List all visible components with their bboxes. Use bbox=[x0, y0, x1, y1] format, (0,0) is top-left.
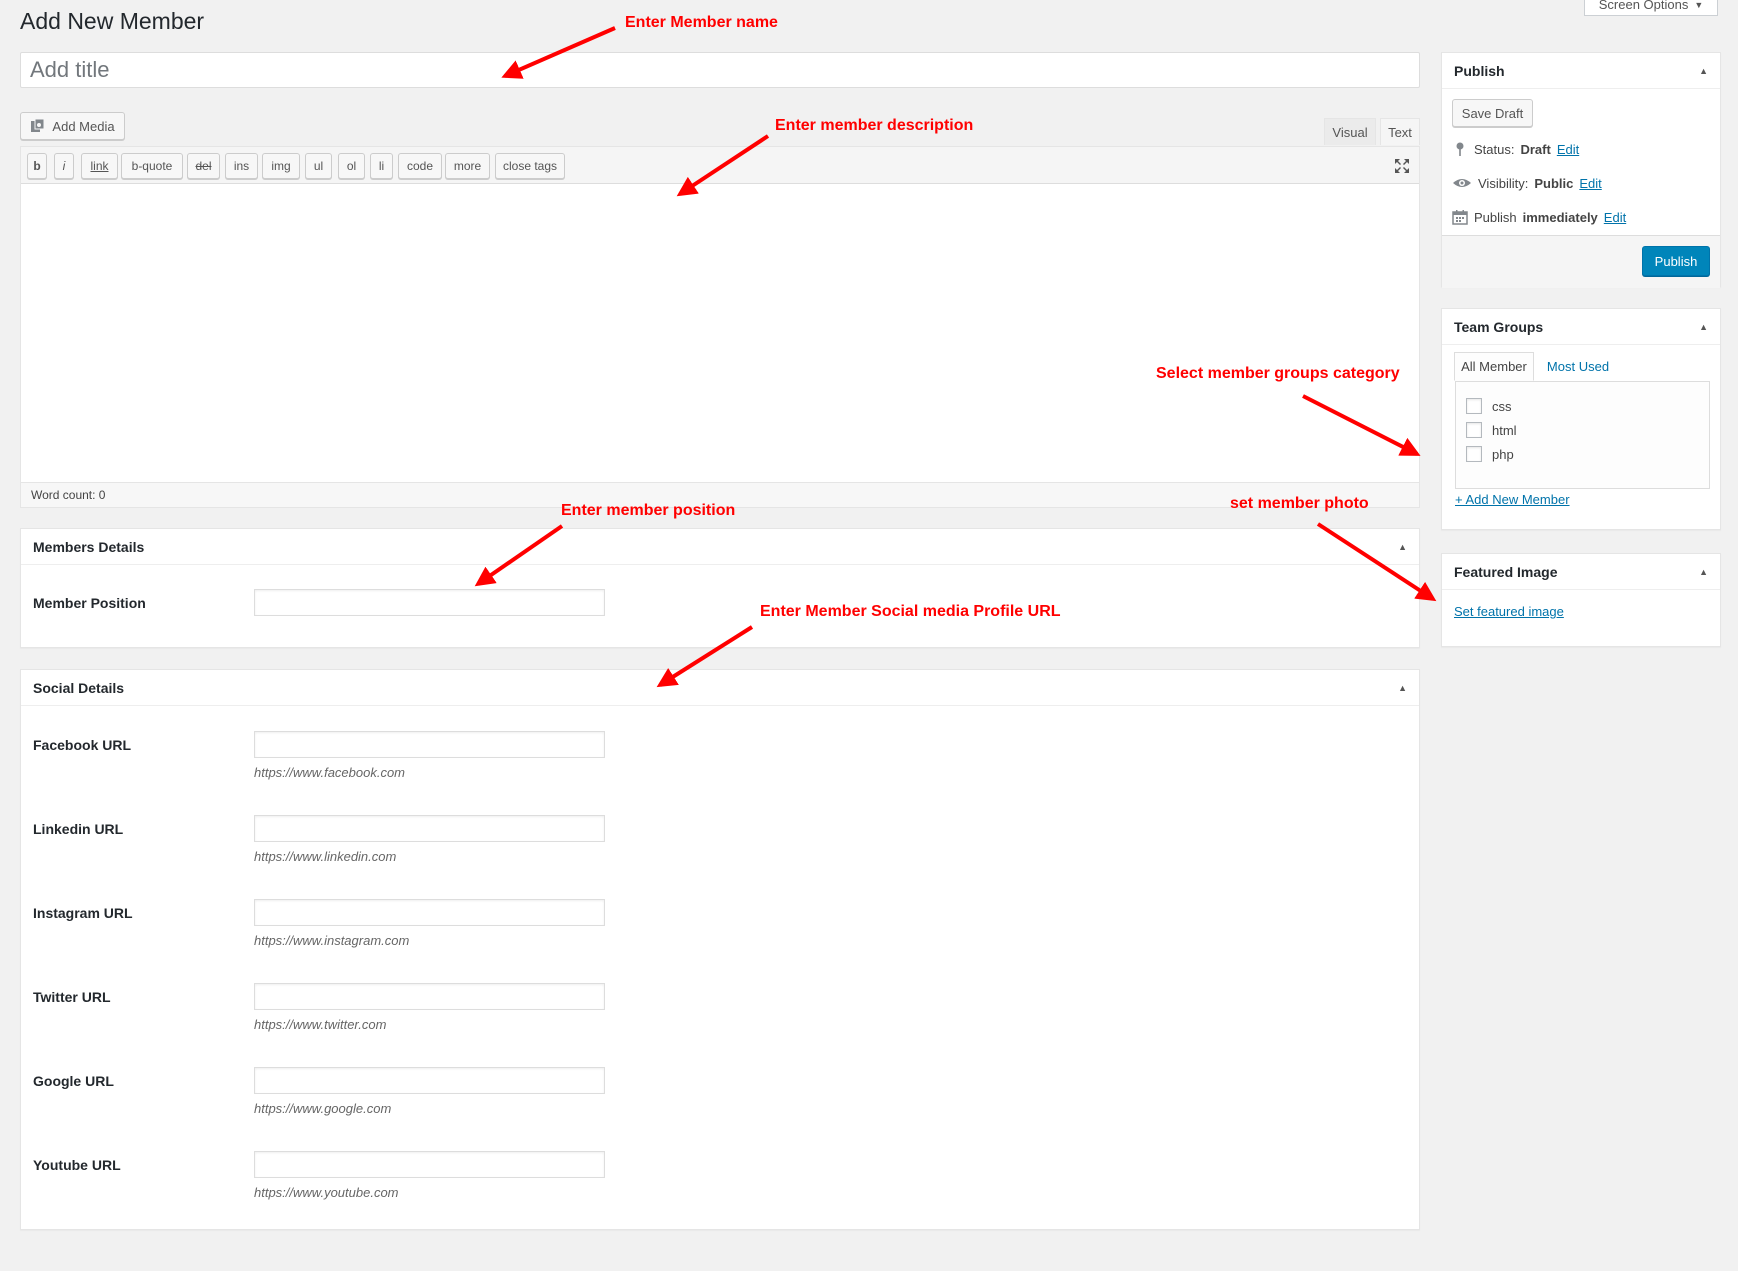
arrow-member-groups bbox=[1302, 394, 1421, 456]
tab-all-member-label: All Member bbox=[1461, 359, 1527, 374]
arrow-member-position bbox=[474, 524, 564, 587]
tab-all-member[interactable]: All Member bbox=[1454, 352, 1534, 381]
arrow-member-description bbox=[676, 134, 770, 197]
arrow-member-name bbox=[501, 26, 616, 79]
arrow-social-urls bbox=[656, 625, 754, 688]
arrow-member-photo bbox=[1316, 522, 1437, 602]
annotation-arrows bbox=[474, 26, 1437, 688]
